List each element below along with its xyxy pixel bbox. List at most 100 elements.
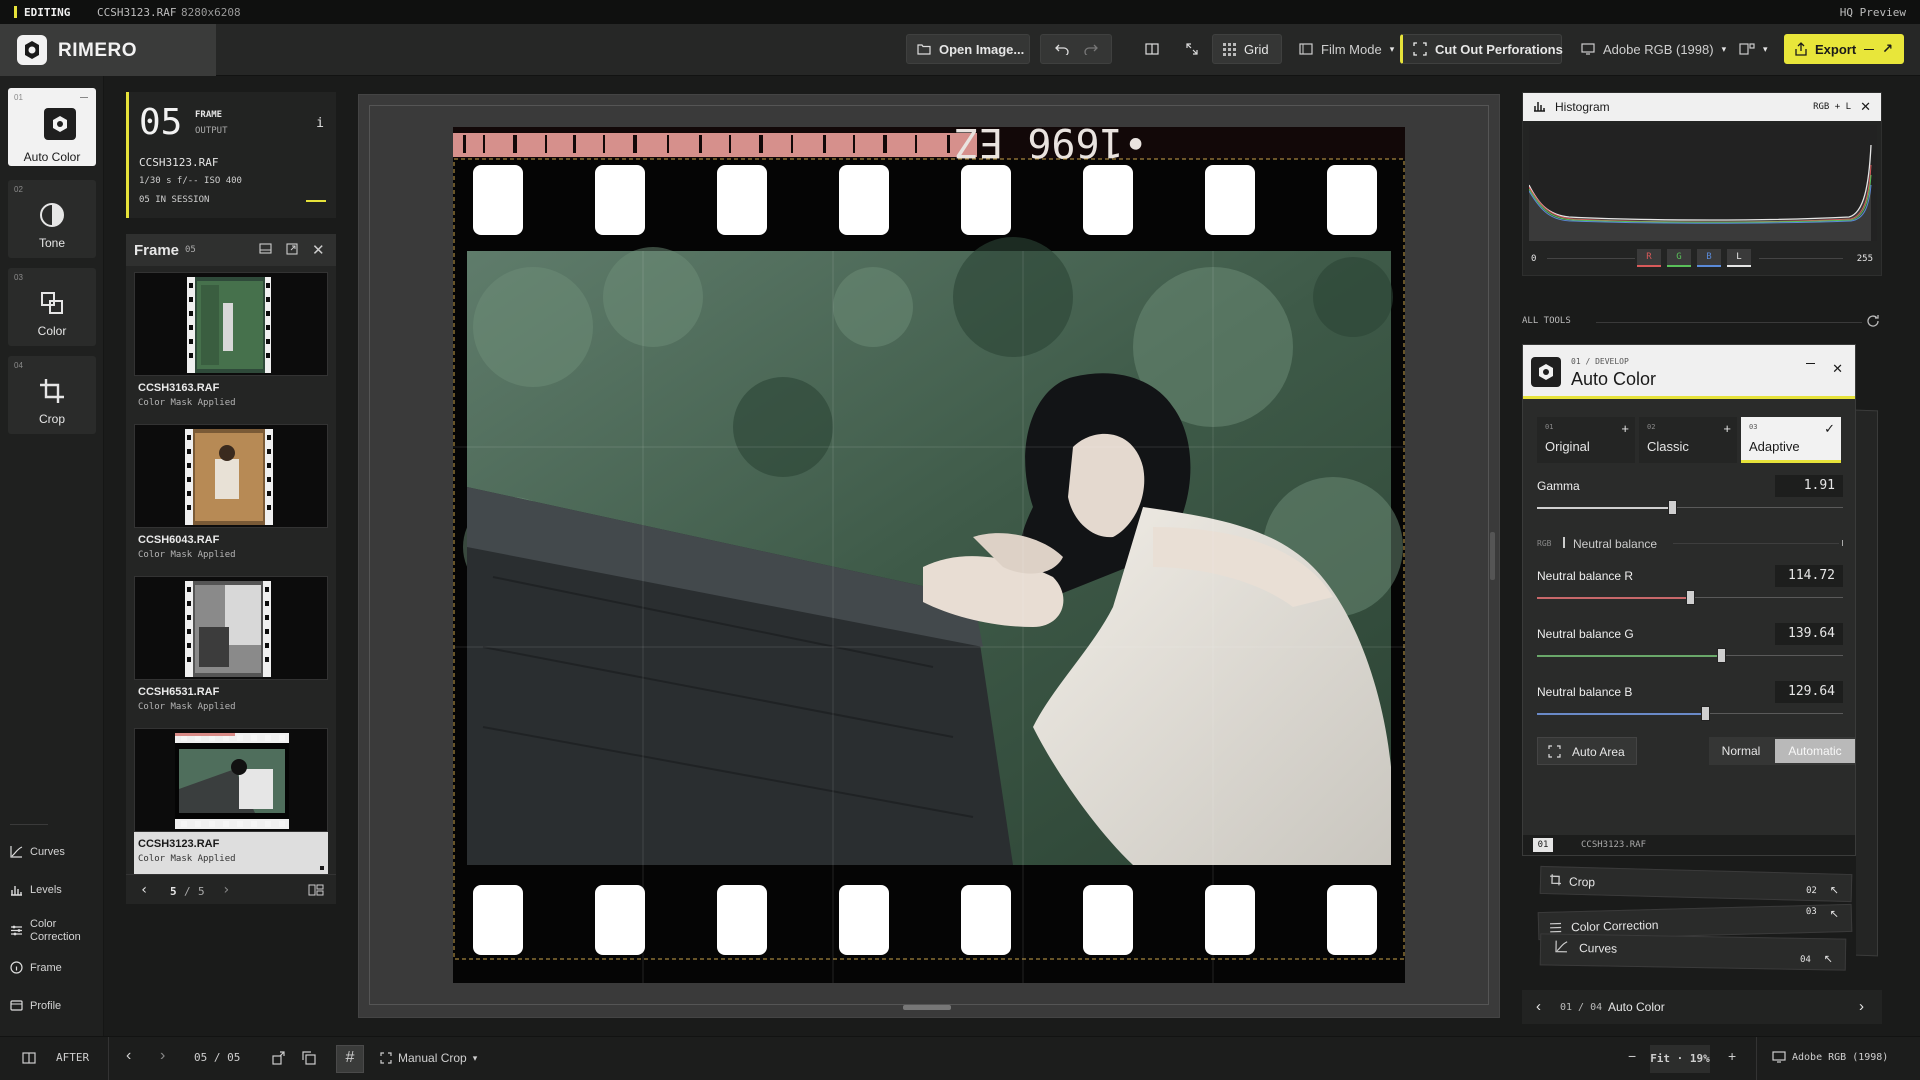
profile-label: Adobe RGB (1998) [1792, 1051, 1889, 1063]
rail-tool-crop[interactable]: 04 Crop [8, 356, 96, 434]
dock-icon[interactable] [259, 243, 272, 255]
frame-info-panel: 05 FRAME OUTPUT i CCSH3123.RAF 1/30 s f/… [126, 92, 336, 218]
redo-icon[interactable] [1083, 43, 1098, 55]
expand-icon [1186, 43, 1198, 55]
bottom-divider [108, 1037, 109, 1080]
export-button[interactable]: Export ↗ [1784, 34, 1904, 64]
crop-frame-icon [380, 1052, 392, 1064]
rail-tool-tone[interactable]: 02 Tone [8, 180, 96, 258]
color-space-dropdown[interactable]: Adobe RGB (1998) ▾ [1570, 34, 1726, 64]
before-after-toggle[interactable]: AFTER [22, 1051, 89, 1064]
gamma-slider[interactable]: Gamma 1.91 [1537, 475, 1843, 527]
open-image-button[interactable]: Open Image... [906, 34, 1030, 64]
stack-num: 04 [1799, 954, 1811, 966]
chevron-right-icon[interactable]: › [1859, 998, 1864, 1015]
neutral-balance-b-slider[interactable]: Neutral balance B 129.64 [1537, 681, 1843, 733]
preset-label: Original [1545, 439, 1590, 454]
chevron-left-icon[interactable]: ‹ [140, 882, 148, 898]
history-group [1040, 34, 1112, 64]
slider-knob[interactable] [1668, 500, 1677, 515]
film-negative: •1696 EZ [453, 127, 1405, 983]
section-marker [1563, 537, 1565, 548]
zoom-out-icon[interactable]: − [1628, 1048, 1636, 1064]
frame-file: CCSH3123.RAF [139, 156, 219, 169]
monitor-icon [1772, 1051, 1786, 1063]
fullscreen-button[interactable] [1174, 34, 1204, 64]
cut-perforations-label: Cut Out Perforations [1435, 41, 1563, 57]
chevron-right-icon[interactable]: › [222, 882, 230, 898]
rail-tool-auto-color[interactable]: 01 Auto Color [8, 88, 96, 166]
tool-label: Color [37, 324, 67, 338]
slider-knob[interactable] [1717, 648, 1726, 663]
neutral-g-value-field[interactable]: 139.64 [1775, 623, 1843, 645]
neutral-r-value-field[interactable]: 114.72 [1775, 565, 1843, 587]
channel-l-button[interactable]: L [1727, 249, 1751, 267]
tone-icon [39, 202, 65, 228]
layout-dropdown[interactable]: ▾ [1728, 34, 1772, 64]
flip-icon[interactable] [302, 1051, 316, 1065]
gamma-value-field[interactable]: 1.91 [1775, 475, 1843, 497]
filmstrip-item[interactable]: CCSH6531.RAF Color Mask Applied [134, 576, 328, 716]
auto-area-button[interactable]: Auto Area [1537, 737, 1637, 765]
slider-label: Neutral balance B [1537, 685, 1633, 699]
output-profile[interactable]: Adobe RGB (1998) [1772, 1051, 1888, 1063]
filmstrip-item[interactable]: CCSH6043.RAF Color Mask Applied [134, 424, 328, 564]
grid-toggle-icon[interactable]: # [336, 1045, 364, 1073]
prev-frame-icon[interactable]: ‹ [126, 1047, 131, 1065]
neutral-balance-r-slider[interactable]: Neutral balance R 114.72 [1537, 565, 1843, 617]
film-mode-dropdown[interactable]: Film Mode ▾ [1288, 34, 1394, 64]
channel-b-button[interactable]: B [1697, 249, 1721, 267]
neutral-balance-g-slider[interactable]: Neutral balance G 139.64 [1537, 623, 1843, 675]
crop-mode-dropdown[interactable]: Manual Crop ▾ [380, 1051, 477, 1065]
slider-knob[interactable] [1701, 706, 1710, 721]
rail-link-color-correction[interactable]: Color Correction [10, 918, 81, 944]
frame-session: 05 IN SESSION [139, 195, 210, 205]
neutral-b-value-field[interactable]: 129.64 [1775, 681, 1843, 703]
area-select-icon [1548, 745, 1561, 758]
rail-tool-color[interactable]: 03 Color [8, 268, 96, 346]
resize-handle[interactable] [1490, 532, 1495, 580]
section-divider [1673, 543, 1839, 544]
preset-adaptive[interactable]: 03 ✓ Adaptive [1741, 417, 1841, 463]
filmstrip-item[interactable]: CCSH3163.RAF Color Mask Applied [134, 272, 328, 412]
mode-automatic-option[interactable]: Automatic [1775, 739, 1855, 763]
histogram-graph [1529, 125, 1877, 241]
channel-r-button[interactable]: R [1637, 249, 1661, 267]
scroll-handle[interactable] [903, 1005, 951, 1010]
chevron-left-icon[interactable]: ‹ [1536, 998, 1541, 1015]
rail-link-levels[interactable]: Levels [10, 883, 62, 896]
preset-original[interactable]: 01 + Original [1537, 417, 1635, 463]
compare-button[interactable] [1134, 34, 1164, 64]
grid-button[interactable]: Grid [1212, 34, 1282, 64]
close-icon[interactable]: ✕ [1832, 361, 1843, 377]
close-icon[interactable]: ✕ [312, 241, 325, 259]
color-space-label: Adobe RGB (1998) [1603, 41, 1714, 57]
preset-classic[interactable]: 02 + Classic [1639, 417, 1737, 463]
undo-icon[interactable] [1054, 43, 1069, 55]
stack-card-curves[interactable]: Curves 04 ↖ [1539, 933, 1847, 971]
popout-icon[interactable] [286, 243, 298, 255]
cut-perforations-toggle[interactable]: Cut Out Perforations [1400, 34, 1563, 64]
refresh-icon[interactable] [1866, 314, 1880, 328]
frame-label: FRAME [195, 110, 223, 120]
app-logo[interactable]: RIMERO [0, 24, 216, 76]
minimize-icon[interactable] [1806, 363, 1815, 364]
rotate-icon[interactable] [272, 1051, 286, 1065]
info-icon[interactable]: i [316, 116, 324, 131]
rail-link-profile[interactable]: Profile [10, 999, 61, 1012]
next-frame-icon[interactable]: › [160, 1047, 165, 1065]
slider-knob[interactable] [1686, 590, 1695, 605]
grid-view-icon[interactable] [308, 884, 324, 896]
filmstrip-count: 05 [185, 245, 196, 255]
zoom-in-icon[interactable]: + [1728, 1048, 1736, 1064]
mode-normal-option[interactable]: Normal [1709, 737, 1773, 765]
channel-g-button[interactable]: G [1667, 249, 1691, 267]
rail-link-curves[interactable]: Curves [10, 845, 65, 858]
histogram-range-line [1759, 258, 1843, 259]
filmstrip-item-selected[interactable]: CCSH3123.RAF Color Mask Applied [134, 728, 328, 874]
zoom-level[interactable]: Fit · 19% [1650, 1045, 1710, 1073]
arrow-up-left-icon: ↖ [1823, 953, 1833, 966]
stack-card-crop[interactable]: Crop 02 ↖ [1539, 865, 1853, 903]
close-icon[interactable]: ✕ [1860, 99, 1871, 115]
rail-link-frame[interactable]: Frame [10, 961, 62, 974]
